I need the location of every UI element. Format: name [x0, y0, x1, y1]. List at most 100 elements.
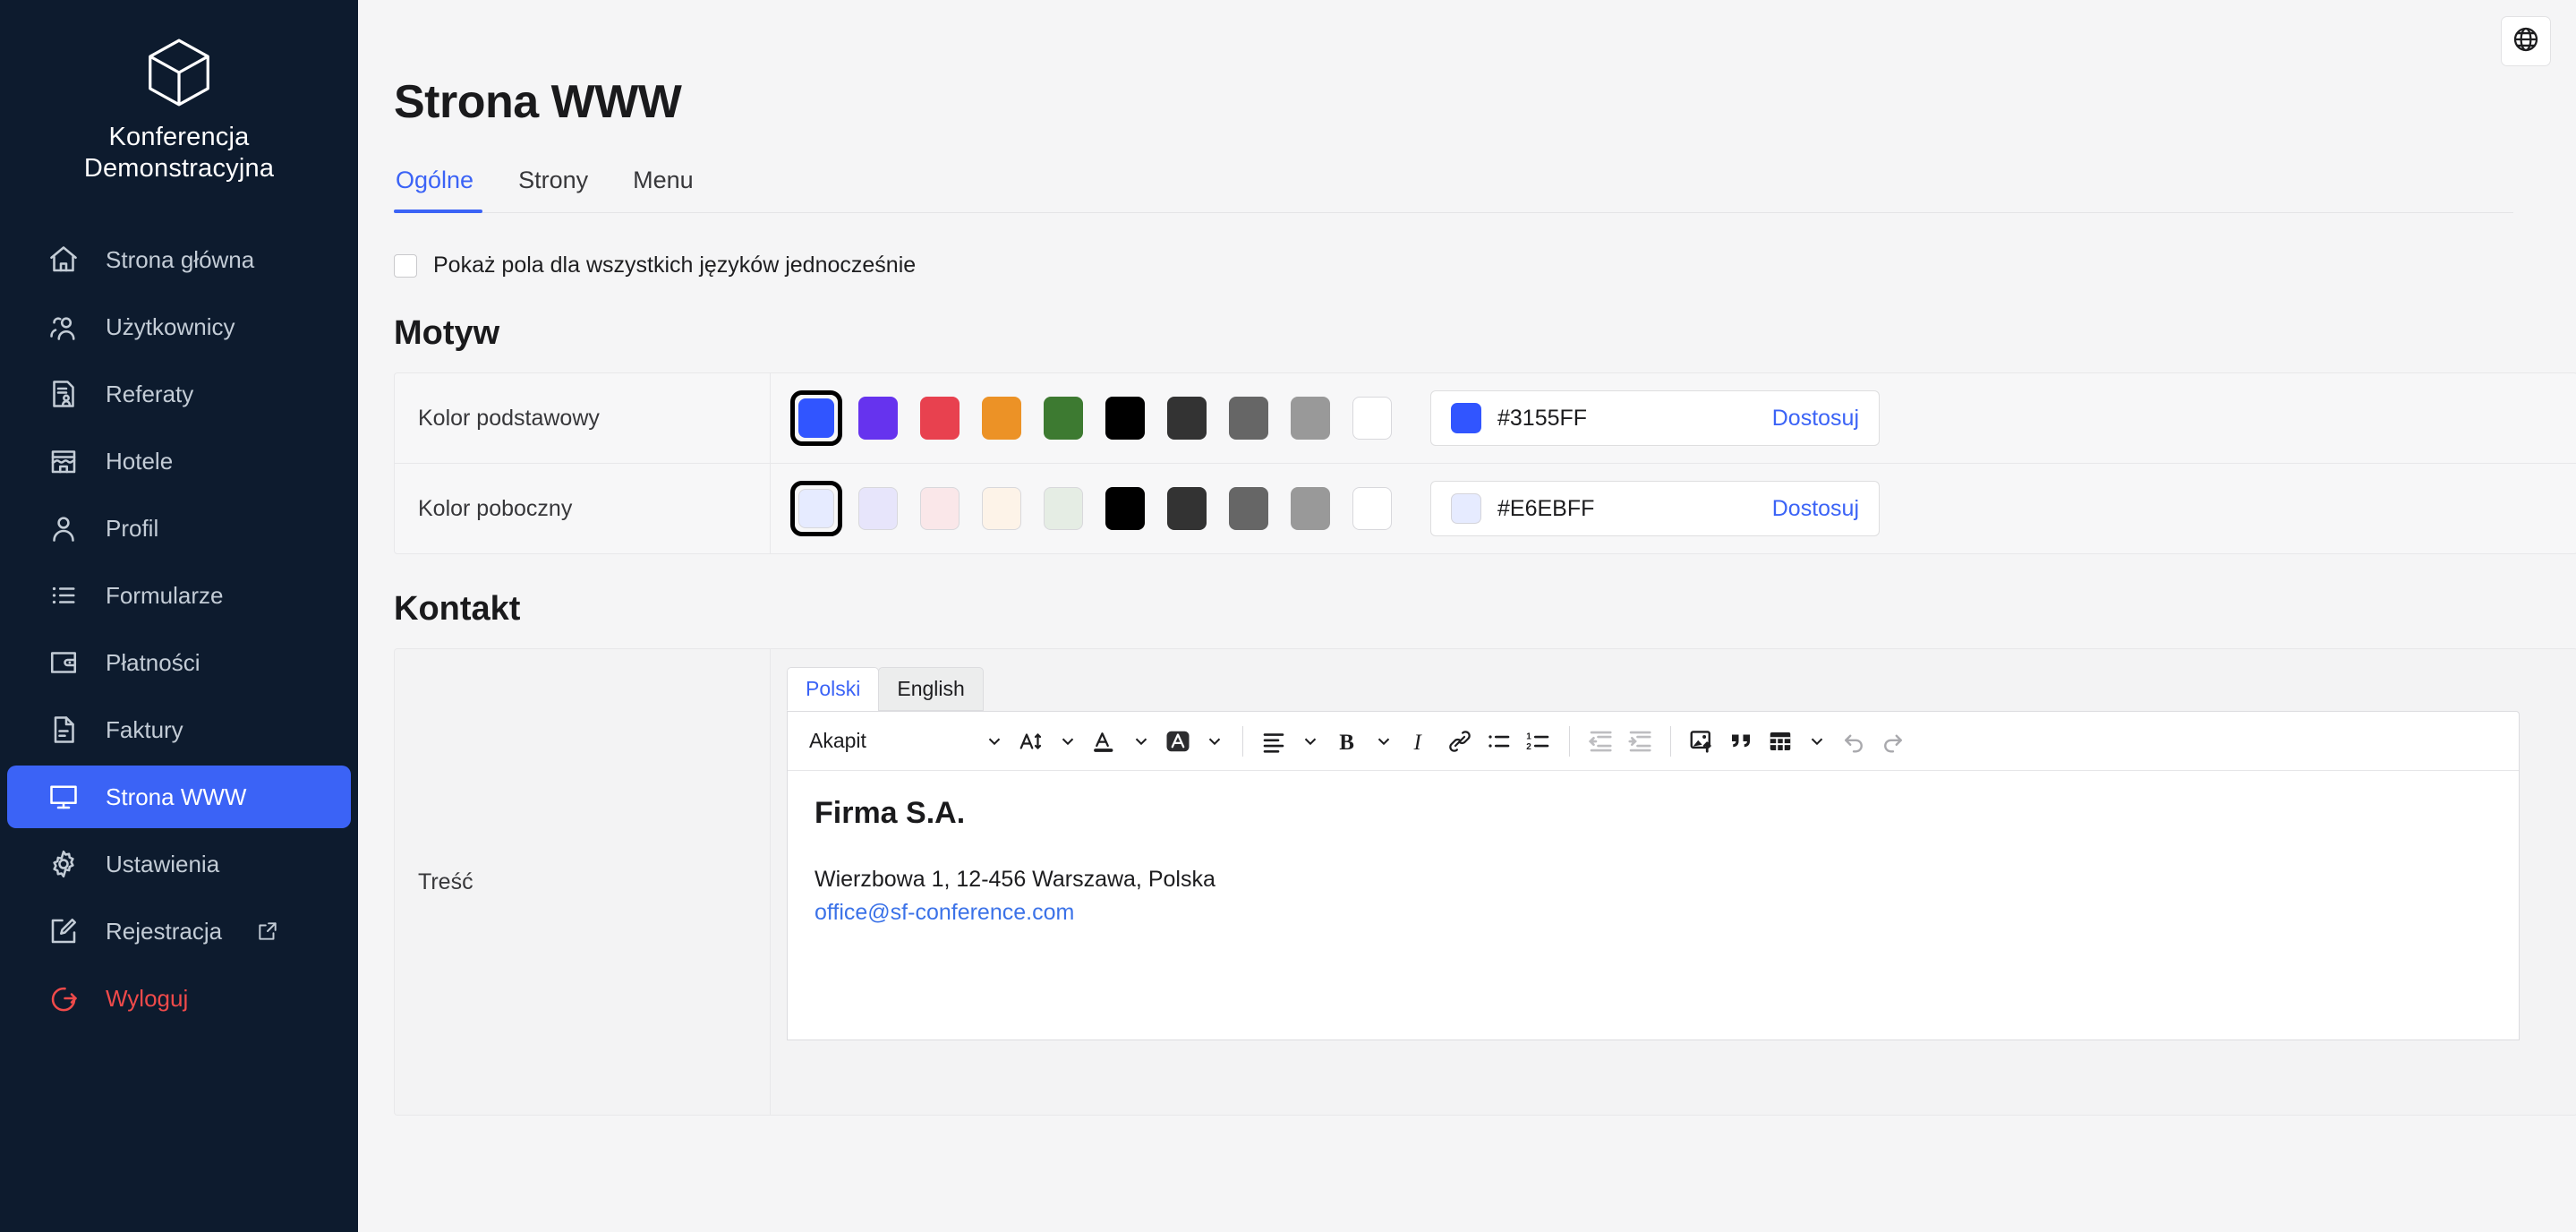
home-icon [47, 243, 81, 277]
sidebar-item-uzytkownicy[interactable]: Użytkownicy [7, 295, 351, 358]
app-root: Konferencja Demonstracyjna Strona główna… [0, 0, 2576, 1232]
indent-icon[interactable] [1622, 722, 1658, 761]
sidebar-item-label: Referaty [106, 382, 193, 406]
swatch-option[interactable] [976, 390, 1028, 446]
primary-color-swatches [790, 390, 1398, 446]
tab-ogolne[interactable]: Ogólne [394, 167, 493, 212]
page-content: Strona WWW Ogólne Strony Menu Pokaż pola… [358, 0, 2576, 1116]
swatch-option[interactable] [1346, 481, 1398, 536]
swatch-option[interactable] [1099, 390, 1151, 446]
outdent-icon[interactable] [1582, 722, 1618, 761]
editor-content[interactable]: Firma S.A. Wierzbowa 1, 12-456 Warszawa,… [788, 771, 2519, 1040]
swatch-option[interactable] [1099, 481, 1151, 536]
sidebar: Konferencja Demonstracyjna Strona główna… [0, 0, 358, 1232]
svg-text:2: 2 [1526, 741, 1531, 751]
undo-icon[interactable] [1836, 722, 1872, 761]
sidebar-item-referaty[interactable]: Referaty [7, 363, 351, 425]
bold-icon[interactable]: B [1329, 722, 1365, 761]
swatch-option[interactable] [914, 390, 966, 446]
text-color-icon[interactable] [1087, 722, 1122, 761]
swatch-option[interactable] [976, 481, 1028, 536]
lang-tab-polski[interactable]: Polski [787, 667, 879, 711]
theme-table: Kolor podstawowy [394, 372, 2576, 554]
show-all-languages-row: Pokaż pola dla wszystkich języków jednoc… [394, 252, 2513, 278]
swatch-option[interactable] [1161, 481, 1213, 536]
primary-hex-input[interactable]: #3155FF Dostosuj [1430, 390, 1880, 446]
logout-icon [47, 981, 81, 1015]
chevron-down-icon [985, 732, 1004, 751]
secondary-customize-link[interactable]: Dostosuj [1772, 496, 1859, 522]
toolbar-separator [1569, 726, 1570, 757]
cube-icon [141, 34, 218, 111]
italic-icon[interactable]: I [1403, 722, 1438, 761]
lang-tab-english[interactable]: English [878, 667, 983, 711]
show-all-languages-checkbox[interactable] [394, 254, 417, 278]
swatch-option[interactable] [1284, 481, 1336, 536]
tab-label: Menu [633, 167, 694, 193]
swatch-option[interactable] [914, 481, 966, 536]
block-format-value: Akapit [809, 729, 979, 753]
quote-icon[interactable] [1723, 722, 1759, 761]
swatch-option[interactable] [1037, 390, 1089, 446]
globe-icon [2512, 25, 2540, 58]
primary-customize-link[interactable]: Dostosuj [1772, 406, 1859, 432]
chevron-down-icon[interactable] [1301, 732, 1320, 751]
sidebar-item-label: Formularze [106, 584, 223, 607]
sidebar-item-hotele[interactable]: Hotele [7, 430, 351, 492]
sidebar-nav: Strona główna Użytkownicy Referaty Hotel… [0, 228, 358, 1030]
sidebar-item-strona-glowna[interactable]: Strona główna [7, 228, 351, 291]
wallet-icon [47, 646, 81, 680]
sidebar-item-faktury[interactable]: Faktury [7, 698, 351, 761]
table-row: Kolor poboczny [395, 464, 2576, 553]
swatch-option[interactable] [852, 481, 904, 536]
sidebar-item-wyloguj[interactable]: Wyloguj [7, 967, 351, 1030]
sidebar-item-formularze[interactable]: Formularze [7, 564, 351, 627]
language-switcher-button[interactable] [2501, 16, 2551, 66]
swatch-option[interactable] [790, 481, 842, 536]
numbered-list-icon[interactable]: 12 [1521, 722, 1557, 761]
swatch-option[interactable] [1037, 481, 1089, 536]
swatch-option[interactable] [852, 390, 904, 446]
sidebar-item-label: Rejestracja [106, 920, 222, 943]
edit-square-icon [47, 914, 81, 948]
chevron-down-icon[interactable] [1807, 732, 1827, 751]
highlight-color-icon[interactable] [1160, 722, 1196, 761]
page-title: Strona WWW [394, 75, 2513, 129]
align-icon[interactable] [1256, 722, 1292, 761]
font-size-icon[interactable] [1013, 722, 1049, 761]
sidebar-item-ustawienia[interactable]: Ustawienia [7, 833, 351, 895]
color-preview-chip [1451, 403, 1481, 433]
link-icon[interactable] [1442, 722, 1478, 761]
tab-label: Ogólne [396, 167, 473, 193]
tab-menu[interactable]: Menu [613, 167, 713, 212]
secondary-hex-input[interactable]: #E6EBFF Dostosuj [1430, 481, 1880, 536]
sidebar-item-platnosci[interactable]: Płatności [7, 631, 351, 694]
section-title-motyw: Motyw [394, 314, 2513, 353]
chevron-down-icon[interactable] [1058, 732, 1078, 751]
editor-email-link[interactable]: office@sf-conference.com [815, 900, 2492, 926]
swatch-option[interactable] [1346, 390, 1398, 446]
chevron-down-icon[interactable] [1205, 732, 1224, 751]
tab-strony[interactable]: Strony [499, 167, 608, 212]
sidebar-item-profil[interactable]: Profil [7, 497, 351, 560]
chevron-down-icon[interactable] [1131, 732, 1151, 751]
swatch-option[interactable] [790, 390, 842, 446]
editor-heading: Firma S.A. [815, 796, 2492, 831]
swatch-option[interactable] [1161, 390, 1213, 446]
sidebar-item-label: Płatności [106, 651, 200, 674]
gear-icon [47, 847, 81, 881]
sidebar-item-strona-www[interactable]: Strona WWW [7, 766, 351, 828]
svg-text:I: I [1413, 730, 1423, 754]
bullet-list-icon[interactable] [1481, 722, 1517, 761]
tab-label: Strony [518, 167, 588, 193]
swatch-option[interactable] [1223, 481, 1275, 536]
primary-color-controls: #3155FF Dostosuj [771, 373, 2576, 463]
sidebar-item-rejestracja[interactable]: Rejestracja [7, 900, 351, 962]
block-format-select[interactable]: Akapit [802, 729, 1010, 753]
table-icon[interactable] [1762, 722, 1798, 761]
swatch-option[interactable] [1284, 390, 1336, 446]
swatch-option[interactable] [1223, 390, 1275, 446]
image-icon[interactable] [1684, 722, 1719, 761]
chevron-down-icon[interactable] [1374, 732, 1394, 751]
redo-icon[interactable] [1875, 722, 1911, 761]
